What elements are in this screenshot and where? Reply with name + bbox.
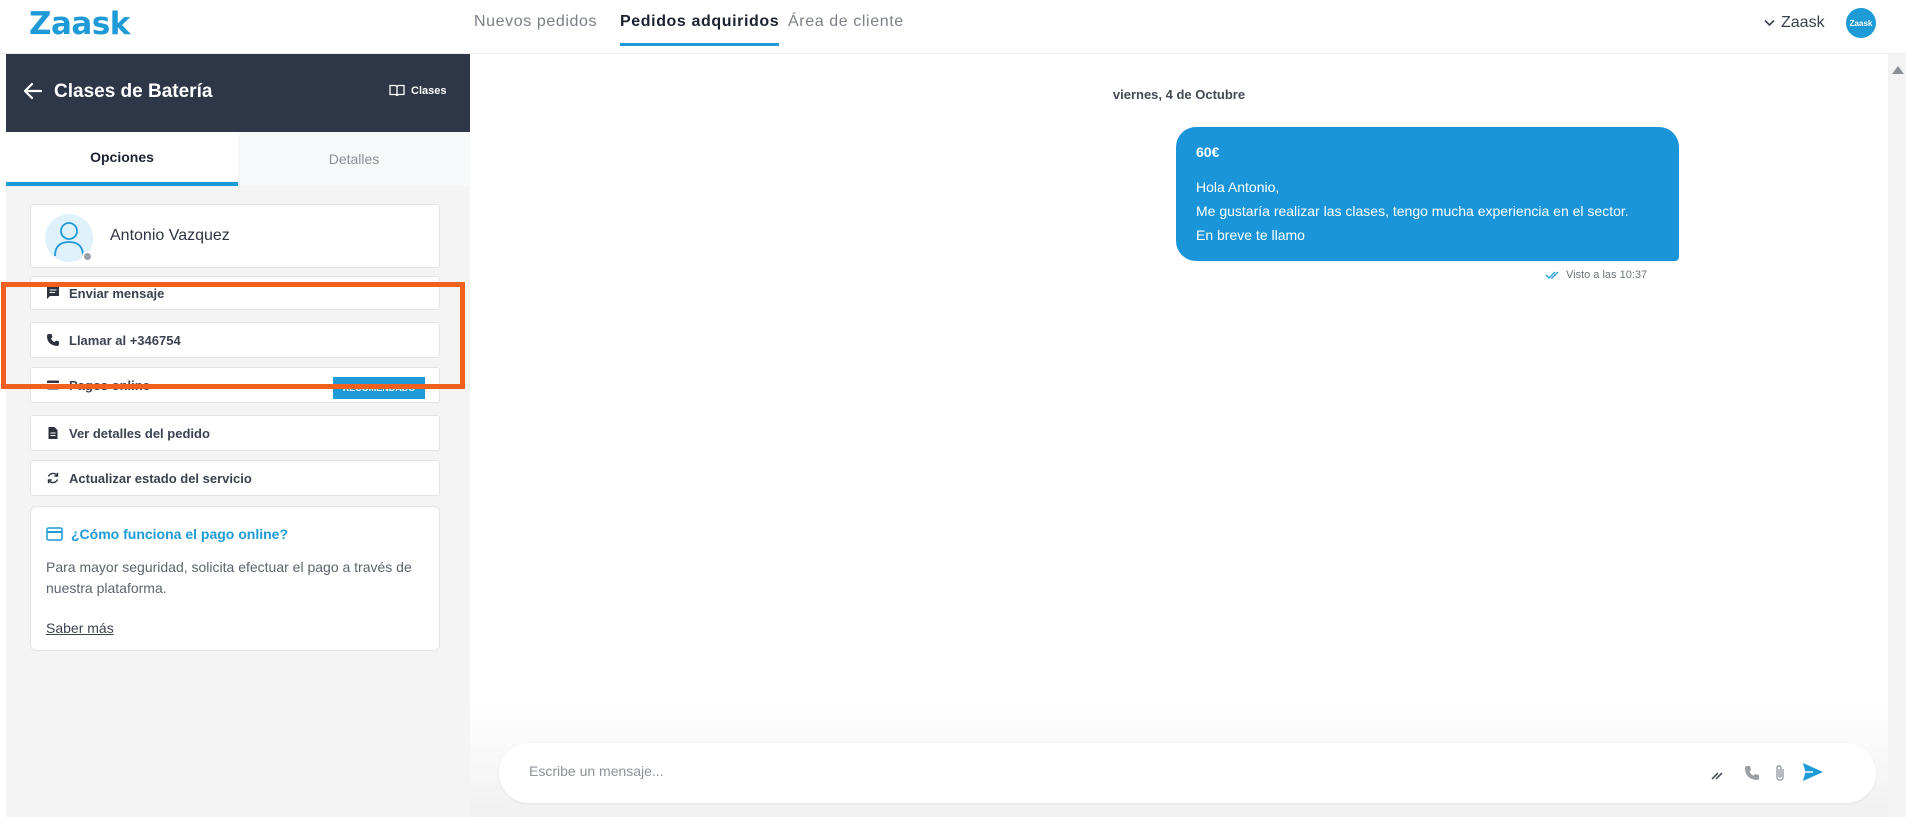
send-message-label: Enviar mensaje (69, 285, 165, 301)
credit-card-icon (47, 380, 59, 390)
update-status-label: Actualizar estado del servicio (69, 470, 252, 486)
quick-reply-icon[interactable] (1707, 763, 1727, 783)
double-check-icon (1545, 271, 1559, 279)
send-message-button[interactable]: Enviar mensaje (30, 276, 440, 310)
scroll-up-arrow[interactable] (1892, 66, 1904, 74)
page-title: Clases de Batería (54, 81, 213, 102)
order-details-label: Ver detalles del pedido (69, 425, 210, 441)
payment-info-title: ¿Cómo funciona el pago online? (71, 526, 288, 542)
request-sidebar: Clases de Batería Clases Opciones Detall… (6, 54, 470, 817)
account-menu[interactable]: Zaask (1764, 14, 1825, 32)
tab-detalles[interactable]: Detalles (238, 132, 470, 186)
paperclip-icon[interactable] (1770, 763, 1790, 783)
nav-pedidos-adquiridos[interactable]: Pedidos adquiridos (620, 13, 780, 46)
call-label: Llamar al +346754 (69, 332, 181, 348)
message-composer (499, 743, 1876, 803)
message-line: En breve te llamo (1196, 227, 1305, 243)
book-icon (389, 84, 405, 97)
message-line: Hola Antonio, (1196, 179, 1280, 195)
payment-info-title-row: ¿Cómo funciona el pago online? (46, 526, 288, 542)
quote-price: 60€ (1196, 144, 1220, 160)
top-navigation: Zaask Nuevos pedidos Pedidos adquiridos … (0, 0, 1906, 54)
chevron-down-icon (1764, 19, 1775, 27)
contact-card: Antonio Vazquez (30, 204, 440, 268)
document-icon (48, 427, 58, 439)
nav-area-cliente[interactable]: Área de cliente (788, 13, 904, 45)
tab-opciones[interactable]: Opciones (6, 132, 238, 186)
contact-name: Antonio Vazquez (110, 227, 230, 244)
category-label: Clases (411, 84, 447, 97)
account-name: Zaask (1781, 14, 1825, 31)
arrow-left-icon[interactable] (22, 80, 44, 102)
send-icon[interactable] (1801, 761, 1825, 783)
credit-card-icon (46, 527, 63, 541)
avatar[interactable]: Zaask (1846, 8, 1876, 38)
order-details-button[interactable]: Ver detalles del pedido (30, 415, 440, 451)
chat-icon (47, 287, 59, 299)
call-button[interactable]: Llamar al +346754 (30, 322, 440, 358)
recommended-badge: RECOMENDADO (333, 377, 425, 399)
learn-more-link[interactable]: Saber más (46, 620, 114, 636)
seen-time: Visto a las 10:37 (1566, 269, 1648, 281)
payment-info-text: Para mayor seguridad, solicita efectuar … (46, 559, 412, 596)
category-link[interactable]: Clases (389, 84, 446, 97)
panel-header: Clases de Batería Clases (6, 54, 470, 132)
message-line: Me gustaría realizar las clases, tengo m… (1196, 203, 1629, 219)
panel-tabs: Opciones Detalles (6, 132, 470, 186)
refresh-icon (47, 472, 59, 484)
online-payment-button[interactable]: Pagos online RECOMENDADO (30, 367, 440, 403)
update-status-button[interactable]: Actualizar estado del servicio (30, 460, 440, 496)
nav-nuevos-pedidos[interactable]: Nuevos pedidos (474, 13, 597, 45)
phone-icon[interactable] (1742, 763, 1762, 783)
message-bubble: 60€ Hola Antonio, Me gustaría realizar l… (1176, 127, 1679, 261)
message-input[interactable] (529, 763, 1679, 779)
read-receipt: Visto a las 10:37 (1545, 269, 1647, 281)
zaask-logo[interactable]: Zaask (29, 6, 130, 42)
phone-icon (47, 334, 59, 346)
scrollbar[interactable] (1888, 54, 1906, 817)
online-payment-label: Pagos online (69, 377, 150, 393)
payment-info-card: ¿Cómo funciona el pago online? Para mayo… (30, 506, 440, 651)
status-indicator (82, 251, 93, 262)
date-separator: viernes, 4 de Octubre (1112, 87, 1246, 102)
